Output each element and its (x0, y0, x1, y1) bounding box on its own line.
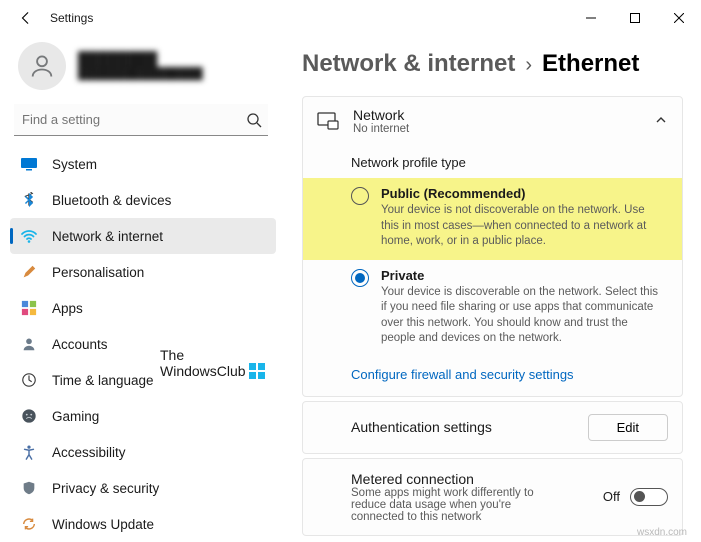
search-input[interactable] (22, 112, 246, 127)
profile-block[interactable]: ████████ ████████████████ (10, 36, 276, 104)
maximize-button[interactable] (613, 0, 657, 36)
nav-label: Windows Update (52, 517, 154, 532)
accessibility-icon (20, 443, 38, 461)
person-icon (20, 335, 38, 353)
sidebar-item-privacy[interactable]: Privacy & security (10, 470, 276, 506)
breadcrumb-sep: › (525, 54, 532, 77)
gaming-icon (20, 407, 38, 425)
nav-label: Time & language (52, 373, 154, 388)
shield-icon (20, 479, 38, 497)
sidebar-item-apps[interactable]: Apps (10, 290, 276, 326)
wifi-icon (20, 227, 38, 245)
apps-icon (20, 299, 38, 317)
sidebar-item-system[interactable]: System (10, 146, 276, 182)
option-public[interactable]: Public (Recommended) Your device is not … (303, 178, 682, 260)
app-title: Settings (50, 11, 93, 25)
nav-label: Gaming (52, 409, 99, 424)
main-content: Network & internet › Ethernet Network No… (280, 36, 701, 542)
nav-label: System (52, 157, 97, 172)
page-title: Ethernet (542, 50, 639, 78)
monitor-icon (317, 110, 339, 132)
sidebar-item-network[interactable]: Network & internet (10, 218, 276, 254)
profile-type-heading: Network profile type (303, 145, 682, 178)
display-icon (20, 155, 38, 173)
update-icon (20, 515, 38, 533)
option-private-desc: Your device is discoverable on the netwo… (381, 285, 658, 347)
edit-button[interactable]: Edit (588, 414, 668, 441)
nav-label: Privacy & security (52, 481, 159, 496)
sidebar-item-time[interactable]: Time & language (10, 362, 276, 398)
profile-text: ████████ ████████████████ (78, 51, 203, 81)
bluetooth-icon (20, 191, 38, 209)
brush-icon (20, 263, 38, 281)
auth-card: Authentication settings Edit (302, 401, 683, 454)
firewall-link-row: Configure firewall and security settings (303, 357, 682, 396)
chevron-up-icon (654, 113, 668, 130)
option-public-desc: Your device is not discoverable on the n… (381, 203, 658, 250)
avatar (18, 42, 66, 90)
nav-label: Accessibility (52, 445, 126, 460)
auth-title: Authentication settings (351, 419, 492, 435)
sidebar-item-bluetooth[interactable]: Bluetooth & devices (10, 182, 276, 218)
clock-globe-icon (20, 371, 38, 389)
minimize-button[interactable] (569, 0, 613, 36)
nav-label: Accounts (52, 337, 108, 352)
sidebar-item-update[interactable]: Windows Update (10, 506, 276, 542)
search-icon (246, 112, 262, 128)
nav-list: System Bluetooth & devices Network & int… (10, 146, 276, 542)
nav-label: Bluetooth & devices (52, 193, 171, 208)
network-card-header[interactable]: Network No internet (303, 97, 682, 145)
breadcrumb-parent[interactable]: Network & internet (302, 50, 515, 78)
metered-title: Metered connection (351, 471, 551, 487)
metered-state: Off (603, 489, 620, 504)
network-title: Network (353, 107, 409, 123)
nav-label: Apps (52, 301, 83, 316)
radio-public[interactable] (351, 187, 369, 205)
close-button[interactable] (657, 0, 701, 36)
back-button[interactable] (12, 4, 40, 32)
option-private[interactable]: Private Your device is discoverable on t… (303, 260, 682, 357)
network-card: Network No internet Network profile type… (302, 96, 683, 397)
metered-card-header[interactable]: Metered connection Some apps might work … (303, 459, 682, 535)
sidebar-item-gaming[interactable]: Gaming (10, 398, 276, 434)
radio-private[interactable] (351, 269, 369, 287)
sidebar-item-accessibility[interactable]: Accessibility (10, 434, 276, 470)
nav-label: Personalisation (52, 265, 144, 280)
sidebar-item-accounts[interactable]: Accounts (10, 326, 276, 362)
option-private-title: Private (381, 268, 658, 283)
metered-card: Metered connection Some apps might work … (302, 458, 683, 536)
search-box[interactable] (14, 104, 268, 136)
auth-card-header[interactable]: Authentication settings Edit (303, 402, 682, 453)
network-sub: No internet (353, 123, 409, 135)
sidebar-item-personalisation[interactable]: Personalisation (10, 254, 276, 290)
sidebar: ████████ ████████████████ System Bluetoo… (0, 36, 280, 542)
firewall-link[interactable]: Configure firewall and security settings (351, 367, 574, 382)
metered-toggle[interactable] (630, 488, 668, 506)
metered-desc: Some apps might work differently to redu… (351, 487, 551, 523)
option-public-title: Public (Recommended) (381, 186, 658, 201)
breadcrumb: Network & internet › Ethernet (302, 50, 683, 78)
titlebar: Settings (0, 0, 701, 36)
nav-label: Network & internet (52, 229, 163, 244)
footer-watermark: wsxdn.com (637, 527, 687, 538)
